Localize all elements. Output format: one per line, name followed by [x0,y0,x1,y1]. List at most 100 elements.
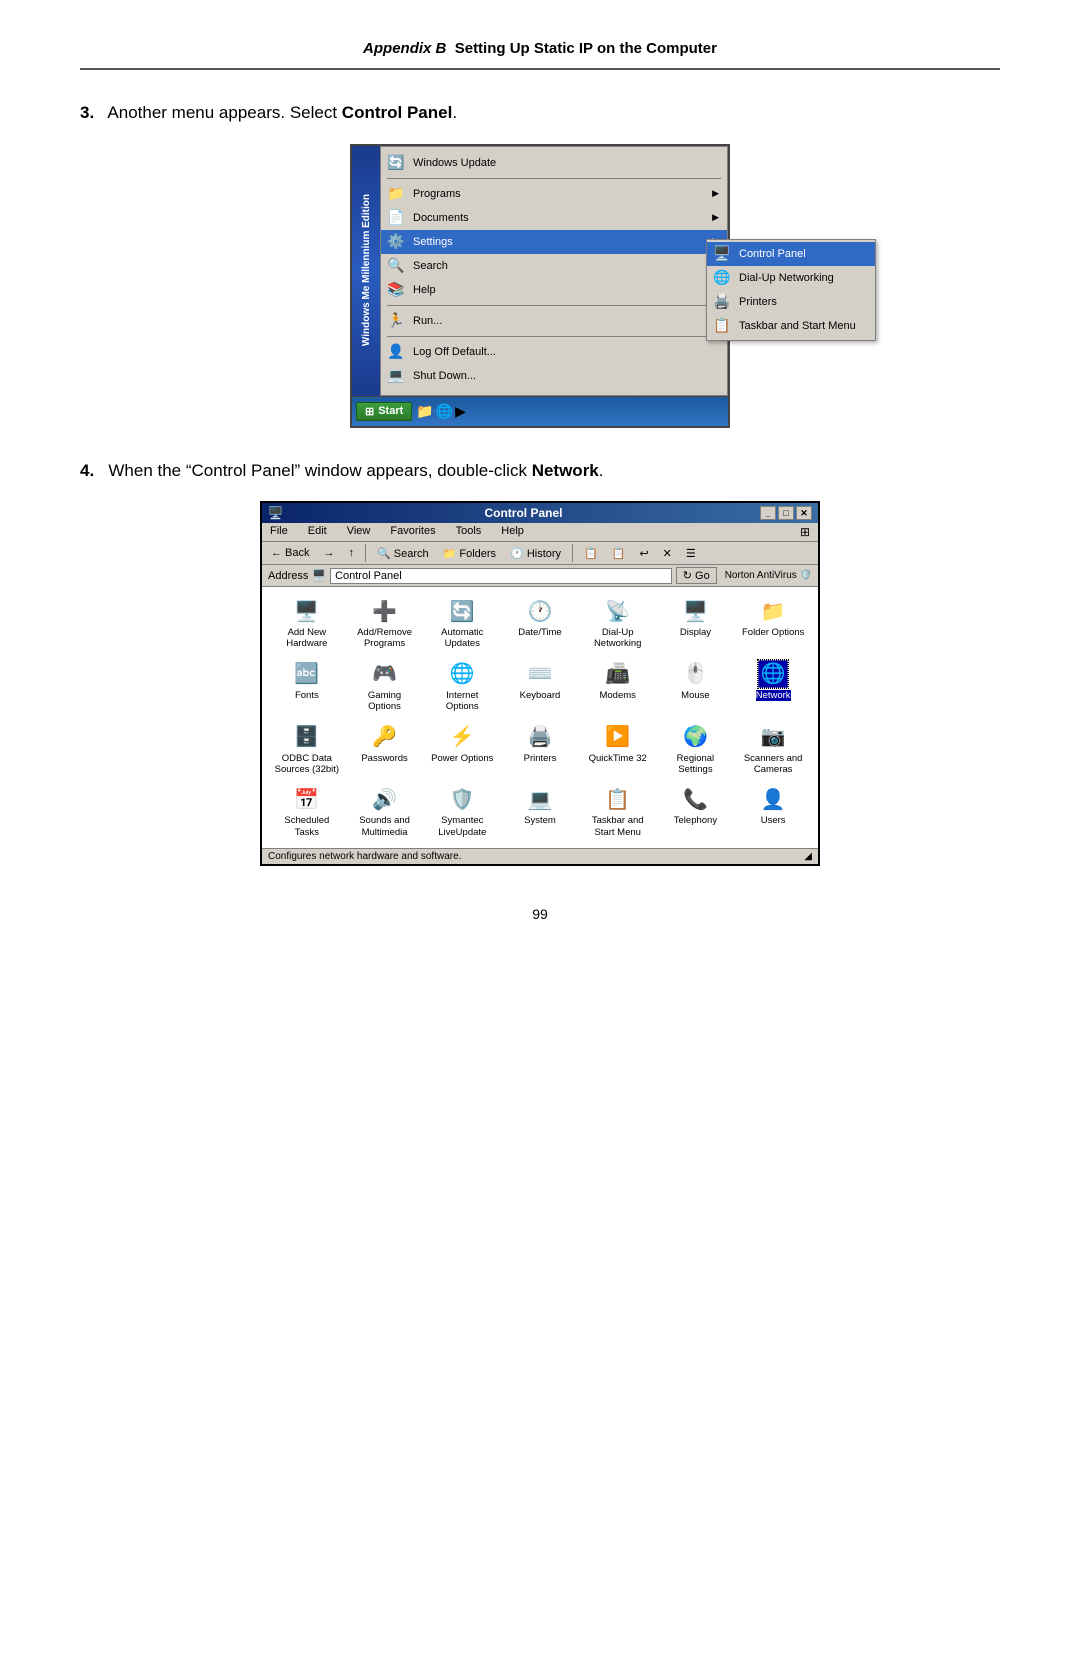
cp-icon-keyboard[interactable]: ⌨️ Keyboard [503,658,577,715]
menu-item-help[interactable]: 📚 Help [381,278,727,302]
symantec-label: SymantecLiveUpdate [438,815,486,838]
history-button[interactable]: 🕐 History [505,545,566,562]
cp-icon-fonts[interactable]: 🔤 Fonts [270,658,344,715]
cp-icon-sounds[interactable]: 🔊 Sounds andMultimedia [348,783,422,840]
menu-edit[interactable]: Edit [304,524,331,540]
step-3: 3. Another menu appears. Select Control … [80,100,1000,428]
menu-item-windows-update[interactable]: 🔄 Windows Update [381,151,727,175]
menu-separator-3 [387,336,721,337]
cp-title-icon: 🖥️ [268,506,283,520]
cp-icon-regional[interactable]: 🌍 RegionalSettings [659,721,733,778]
cp-icon-scanners[interactable]: 📷 Scanners andCameras [736,721,810,778]
cp-icon-quicktime[interactable]: ▶️ QuickTime 32 [581,721,655,778]
cp-icon-scheduled[interactable]: 📅 ScheduledTasks [270,783,344,840]
cp-icon-add-remove[interactable]: ➕ Add/RemovePrograms [348,595,422,652]
cp-icon-dialup[interactable]: 📡 Dial-UpNetworking [581,595,655,652]
submenu-item-control-panel[interactable]: 🖥️ Control Panel [707,242,875,266]
cp-icon-odbc[interactable]: 🗄️ ODBC DataSources (32bit) [270,721,344,778]
menu-item-label: Settings [413,236,453,248]
cp-icon-add-hardware[interactable]: 🖥️ Add NewHardware [270,595,344,652]
toolbar-separator-2 [572,544,573,562]
menu-item-label: Programs [413,188,461,200]
submenu-item-dialup[interactable]: 🌐 Dial-Up Networking [707,266,875,290]
printers-icon: 🖨️ [525,723,555,751]
menu-item-settings[interactable]: ⚙️ Settings ▶ [381,230,727,254]
cp-icon-gaming[interactable]: 🎮 GamingOptions [348,658,422,715]
back-button[interactable]: ← Back [266,545,315,561]
page-number-text: 99 [532,906,548,922]
forward-button[interactable]: → [319,545,340,561]
submenu-item-label: Control Panel [739,248,806,260]
cp-icon-mouse[interactable]: 🖱️ Mouse [659,658,733,715]
menu-item-shutdown[interactable]: 💻 Shut Down... [381,364,727,388]
cp-icon-users[interactable]: 👤 Users [736,783,810,840]
submenu-item-printers[interactable]: 🖨️ Printers [707,290,875,314]
taskbar-icon-1[interactable]: 📁 [416,403,433,420]
cp-icon-symantec[interactable]: 🛡️ SymantecLiveUpdate [425,783,499,840]
delete-button[interactable]: ✕ [658,545,677,562]
page-number: 99 [80,906,1000,922]
documents-arrow: ▶ [712,212,719,223]
sidebar-text: Windows Me Millennium Edition [361,194,372,346]
cp-icon-taskbar-startmenu[interactable]: 📋 Taskbar andStart Menu [581,783,655,840]
paste-button[interactable]: 📋 [607,545,631,562]
cp-icon-display[interactable]: 🖥️ Display [659,595,733,652]
cp-icon-auto-updates[interactable]: 🔄 AutomaticUpdates [425,595,499,652]
menu-tools[interactable]: Tools [452,524,486,540]
address-input[interactable] [330,568,672,584]
start-button[interactable]: ⊞ Start [356,402,412,421]
add-hardware-icon: 🖥️ [292,597,322,625]
cp-icon-datetime[interactable]: 🕐 Date/Time [503,595,577,652]
cp-icon-passwords[interactable]: 🔑 Passwords [348,721,422,778]
add-hardware-label: Add NewHardware [286,627,327,650]
step-3-bold: Control Panel [342,103,453,122]
scheduled-icon: 📅 [292,785,322,813]
dialup-icon: 📡 [603,597,633,625]
undo-button[interactable]: ↩ [634,545,653,562]
step-4-number: 4. [80,461,94,480]
copy-button[interactable]: 📋 [579,545,603,562]
cp-icon-internet[interactable]: 🌐 InternetOptions [425,658,499,715]
menu-favorites[interactable]: Favorites [386,524,439,540]
menu-separator-2 [387,305,721,306]
menu-file[interactable]: File [266,524,292,540]
cp-screenshot: 🖥️ Control Panel _ □ ✕ File Edit View Fa… [260,501,820,866]
submenu-item-taskbar[interactable]: 📋 Taskbar and Start Menu [707,314,875,338]
internet-label: InternetOptions [446,690,479,713]
cp-icon-network[interactable]: 🌐 Network [736,658,810,715]
regional-label: RegionalSettings [677,753,715,776]
telephony-label: Telephony [674,815,717,826]
submenu-item-label: Taskbar and Start Menu [739,320,856,332]
cp-icon-modems[interactable]: 📠 Modems [581,658,655,715]
menu-view[interactable]: View [343,524,375,540]
minimize-button[interactable]: _ [760,506,776,520]
cp-icon-system[interactable]: 💻 System [503,783,577,840]
menu-help[interactable]: Help [497,524,528,540]
search-button[interactable]: 🔍 Search [372,545,434,562]
taskbar-icon-3[interactable]: ▶ [455,403,466,420]
menu-item-search[interactable]: 🔍 Search ▶ [381,254,727,278]
taskbar-icon: 📋 [711,317,733,335]
maximize-button[interactable]: □ [778,506,794,520]
go-button[interactable]: ↻ Go [676,567,717,584]
system-label: System [524,815,556,826]
folders-button[interactable]: 📁 Folders [438,545,501,562]
menu-item-run[interactable]: 🏃 Run... [381,309,727,333]
views-button[interactable]: ☰ [681,545,701,562]
page-header-text: Appendix B Setting Up Static IP on the C… [363,40,717,57]
cp-icon-telephony[interactable]: 📞 Telephony [659,783,733,840]
step-4-post: . [599,461,604,480]
cp-icon-printers[interactable]: 🖨️ Printers [503,721,577,778]
taskbar: ⊞ Start 📁 🌐 ▶ [352,396,728,426]
cp-icon-folder-options[interactable]: 📁 Folder Options [736,595,810,652]
menu-item-programs[interactable]: 📁 Programs ▶ [381,182,727,206]
settings-submenu: 🖥️ Control Panel 🌐 Dial-Up Networking 🖨️ [706,239,876,341]
close-button[interactable]: ✕ [796,506,812,520]
taskbar-icon-2[interactable]: 🌐 [436,403,453,420]
up-button[interactable]: ↑ [344,545,360,561]
menu-item-logoff[interactable]: 👤 Log Off Default... [381,340,727,364]
auto-updates-label: AutomaticUpdates [441,627,483,650]
menu-item-documents[interactable]: 📄 Documents ▶ [381,206,727,230]
step-3-pre: Another menu appears. Select [107,103,341,122]
cp-icon-power[interactable]: ⚡ Power Options [425,721,499,778]
